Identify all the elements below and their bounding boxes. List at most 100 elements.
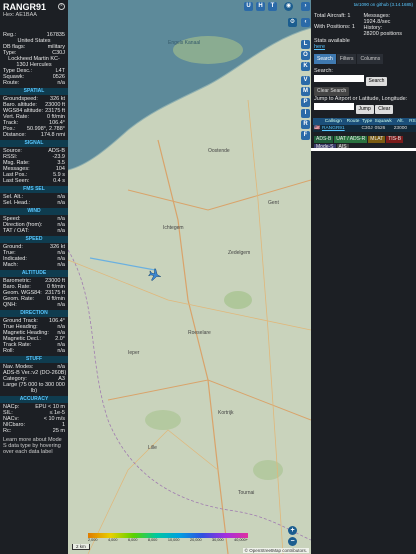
side-button-m[interactable]: M xyxy=(301,87,310,96)
zoom-out-button[interactable]: − xyxy=(288,537,297,546)
chevron-right-icon[interactable]: › xyxy=(301,2,310,11)
column-header[interactable]: Alt. xyxy=(392,117,409,125)
altitude-tick: 8,000 xyxy=(147,538,158,542)
legend-mlat: MLAT xyxy=(368,135,386,143)
aircraft-list-panel: tar1090 on github (3.14.1685) Total Airc… xyxy=(311,0,416,554)
altitude-label: QNH: xyxy=(3,302,17,308)
spatial-row: Distance: 174.8 nmi xyxy=(0,132,68,138)
side-button-i[interactable]: I xyxy=(301,109,310,118)
jump-input[interactable] xyxy=(314,102,354,110)
general-row: Lockheed Martin KC-130J Hercules xyxy=(8,56,60,68)
wind-label: TAT / OAT: xyxy=(3,228,29,234)
tab-columns[interactable]: Columns xyxy=(357,54,384,64)
aircraft-icon[interactable] xyxy=(148,268,162,282)
version-link[interactable]: tar1090 on github (3.14.1685) xyxy=(314,2,413,8)
toggle-t-button[interactable]: T xyxy=(268,2,277,11)
fms-sel-row: Sel. Head.: n/a xyxy=(0,200,68,206)
close-icon[interactable]: × xyxy=(58,3,65,10)
altitude-tick: 10,000 xyxy=(167,538,180,542)
side-button-p[interactable]: P xyxy=(301,98,310,107)
aircraft-info-panel: RANGR91 Hex: AE1BAA × Reg.: 167835 United … xyxy=(0,0,68,554)
total-value: 1 xyxy=(347,13,351,19)
sea xyxy=(68,0,311,170)
section-header-direction: DIRECTION xyxy=(0,310,68,317)
column-header[interactable]: Type xyxy=(360,117,374,125)
tab-filters[interactable]: Filters xyxy=(336,54,357,64)
map-label: Zedelgem xyxy=(228,250,251,256)
clear-search-button[interactable]: Clear Search xyxy=(314,87,350,96)
column-header[interactable] xyxy=(313,117,321,125)
general-row: Route: n/a xyxy=(0,80,68,86)
map-label: Tournai xyxy=(238,490,255,496)
fms-sel-value: n/a xyxy=(57,200,65,206)
altitude-ticks: 2,000 4,000 6,000 8,000 10,000 20,000 30,000 40… xyxy=(88,538,248,542)
map-label: Kortrijk xyxy=(218,410,234,416)
table-cell xyxy=(408,124,416,132)
map-label: Ichtegem xyxy=(163,225,184,231)
info-header: RANGR91 Hex: AE1BAA × xyxy=(0,0,68,20)
side-button-f[interactable]: F xyxy=(301,131,310,140)
scale-line: 2 km xyxy=(72,544,90,550)
search-input[interactable] xyxy=(314,75,364,82)
side-button-k[interactable]: K xyxy=(301,62,310,71)
layers-icon[interactable]: ◉ xyxy=(284,2,293,11)
map-view[interactable]: Engels Kanaal Oostende Ichtegem Zedelgem… xyxy=(68,0,311,554)
attribution[interactable]: © OpenStreetMap contributors. xyxy=(242,548,309,553)
speed-row: Mach: n/a xyxy=(0,262,68,268)
section-header-fms-sel: FMS SEL xyxy=(0,186,68,193)
search-label: Search: xyxy=(314,68,333,74)
stats-block: Total Aircraft: 1 With Positions: 1 Mess… xyxy=(314,13,413,37)
altitude-value: n/a xyxy=(57,302,65,308)
general-value: n/a xyxy=(57,80,65,86)
side-button-r[interactable]: R xyxy=(301,120,310,129)
altitude-tick: 20,000 xyxy=(189,538,202,542)
flight-track xyxy=(89,257,156,271)
history-value: 28200 positions xyxy=(363,31,403,37)
general-label: Reg.: xyxy=(3,32,17,38)
scrollbar-track[interactable] xyxy=(311,148,416,151)
stats-link[interactable]: here xyxy=(314,44,413,50)
column-header[interactable]: RSSI xyxy=(408,117,416,125)
column-header[interactable]: Squawk xyxy=(373,117,393,125)
collapse-icon[interactable]: ‹ xyxy=(301,18,310,27)
column-header[interactable]: Route xyxy=(345,117,361,125)
table-cell xyxy=(345,124,361,132)
accuracy-label: Rc: xyxy=(3,428,12,434)
side-button-l[interactable]: L xyxy=(301,40,310,49)
hex-id: Hex: AE1BAA xyxy=(3,12,37,18)
side-button-o[interactable]: O xyxy=(301,51,310,60)
legend-tis-b: TIS-B xyxy=(386,135,404,143)
with-pos-value: 1 xyxy=(351,24,355,30)
settings-gear-icon[interactable]: ⚙ xyxy=(288,18,297,27)
table-cell: C30J xyxy=(360,124,374,132)
search-button[interactable]: Search xyxy=(365,77,388,86)
accuracy-value: 25 m xyxy=(52,428,65,434)
total-label: Total Aircraft: xyxy=(314,13,346,19)
table-cell: RANGR91 xyxy=(320,124,346,132)
clear-button[interactable]: Clear xyxy=(375,104,394,114)
general-label: Route: xyxy=(3,80,20,86)
zoom-in-button[interactable]: + xyxy=(288,526,297,535)
legend-uat-ads-r: UAT / ADS-R xyxy=(334,135,368,143)
section-header-stuff: STUFF xyxy=(0,356,68,363)
map-label: Lille xyxy=(148,445,157,451)
tab-search[interactable]: Search xyxy=(314,54,336,64)
table-row[interactable]: 🇺🇸 RANGR91 C30J 0526 23000 xyxy=(313,124,416,132)
signal-row: Last Seen: 0.4 s xyxy=(0,178,68,184)
column-header[interactable]: Callsign xyxy=(320,117,346,125)
panel-tabs: Search Filters Columns xyxy=(314,54,413,64)
section-header-accuracy: ACCURACY xyxy=(0,396,68,403)
toggle-h-button[interactable]: H xyxy=(256,2,265,11)
toggle-u-button[interactable]: U xyxy=(244,2,253,11)
altitude-tick: 40,000+ xyxy=(234,538,248,542)
wind-row: TAT / OAT: n/a xyxy=(0,228,68,234)
side-button-v[interactable]: V xyxy=(301,76,310,85)
map-canvas[interactable] xyxy=(68,0,311,554)
signal-label: Last Seen: xyxy=(3,178,30,184)
table-header: CallsignRouteTypeSquawkAlt.RSSISpd xyxy=(313,117,416,125)
map-label-sea: Engels Kanaal xyxy=(168,40,201,46)
fms-sel-label: Sel. Head.: xyxy=(3,200,31,206)
jump-button[interactable]: Jump xyxy=(355,104,374,114)
section-header-wind: WIND xyxy=(0,208,68,215)
speed-value: n/a xyxy=(57,262,65,268)
